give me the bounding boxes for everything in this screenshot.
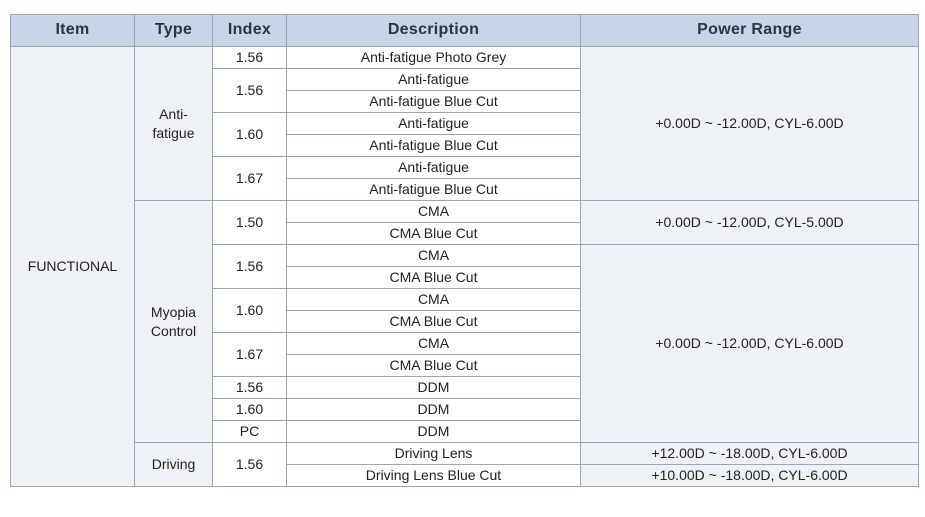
index-cell: PC (212, 420, 287, 443)
index-cell: 1.60 (212, 398, 287, 421)
power-range-cell: +0.00D ~ -12.00D, CYL-6.00D (580, 244, 919, 443)
type-label-line1: Anti- (159, 106, 188, 123)
type-cell-driving: Driving (134, 442, 213, 487)
table-row: FUNCTIONAL Anti- fatigue 1.56 Anti-fatig… (10, 46, 919, 487)
header-item: Item (10, 14, 135, 47)
description-cell: CMA Blue Cut (286, 354, 581, 377)
lens-spec-table-wrapper: Item Type Index Description Power Range … (10, 14, 919, 487)
power-range-cell: +0.00D ~ -12.00D, CYL-5.00D (580, 200, 919, 245)
description-cell: CMA (286, 244, 581, 267)
description-cell: DDM (286, 420, 581, 443)
description-cell: Anti-fatigue Blue Cut (286, 90, 581, 113)
description-cell: Anti-fatigue Blue Cut (286, 134, 581, 157)
power-range-cell: +12.00D ~ -18.00D, CYL-6.00D (580, 442, 919, 465)
type-label-line1: Myopia (150, 304, 197, 321)
index-cell: 1.56 (212, 442, 287, 487)
item-cell: FUNCTIONAL (10, 46, 135, 487)
header-index: Index (212, 14, 287, 47)
header-type: Type (134, 14, 213, 47)
type-cell-anti-fatigue: Anti- fatigue (134, 46, 213, 201)
description-cell: CMA Blue Cut (286, 310, 581, 333)
description-cell: Anti-fatigue Photo Grey (286, 46, 581, 69)
description-cell: Anti-fatigue (286, 156, 581, 179)
description-cell: CMA Blue Cut (286, 222, 581, 245)
description-cell: Anti-fatigue Blue Cut (286, 178, 581, 201)
index-cell: 1.60 (212, 112, 287, 157)
type-label-line2: Control (150, 322, 197, 339)
index-cell: 1.60 (212, 288, 287, 333)
description-cell: CMA Blue Cut (286, 266, 581, 289)
description-cell: Driving Lens (286, 442, 581, 465)
table-row: Driving 1.56 Driving Lens +12.00D ~ -18.… (11, 442, 919, 487)
index-cell: 1.56 (212, 68, 287, 113)
header-power-range: Power Range (580, 14, 919, 47)
index-cell: 1.56 (212, 244, 287, 289)
power-range-cell: +0.00D ~ -12.00D, CYL-6.00D (580, 46, 919, 201)
index-cell: 1.50 (212, 200, 287, 245)
power-range-cell: +10.00D ~ -18.00D, CYL-6.00D (580, 464, 919, 487)
header-description: Description (286, 14, 581, 47)
description-cell: DDM (286, 398, 581, 421)
description-cell: Driving Lens Blue Cut (286, 464, 581, 487)
item-label: FUNCTIONAL (27, 258, 118, 275)
index-cell: 1.67 (212, 156, 287, 201)
index-cell: 1.56 (212, 46, 287, 69)
lens-spec-table: Item Type Index Description Power Range … (10, 14, 919, 487)
header-row: Item Type Index Description Power Range (10, 14, 919, 47)
type-cell-myopia-control: Myopia Control (134, 200, 213, 443)
description-cell: Anti-fatigue (286, 68, 581, 91)
type-label-line2: fatigue (152, 124, 195, 141)
description-cell: Anti-fatigue (286, 112, 581, 135)
description-cell: CMA (286, 200, 581, 223)
description-cell: CMA (286, 288, 581, 311)
index-cell: 1.56 (212, 376, 287, 399)
table-row: Myopia Control 1.50 CMA +0.00D ~ -12.00D… (11, 200, 919, 443)
description-cell: DDM (286, 376, 581, 399)
description-cell: CMA (286, 332, 581, 355)
index-cell: 1.67 (212, 332, 287, 377)
